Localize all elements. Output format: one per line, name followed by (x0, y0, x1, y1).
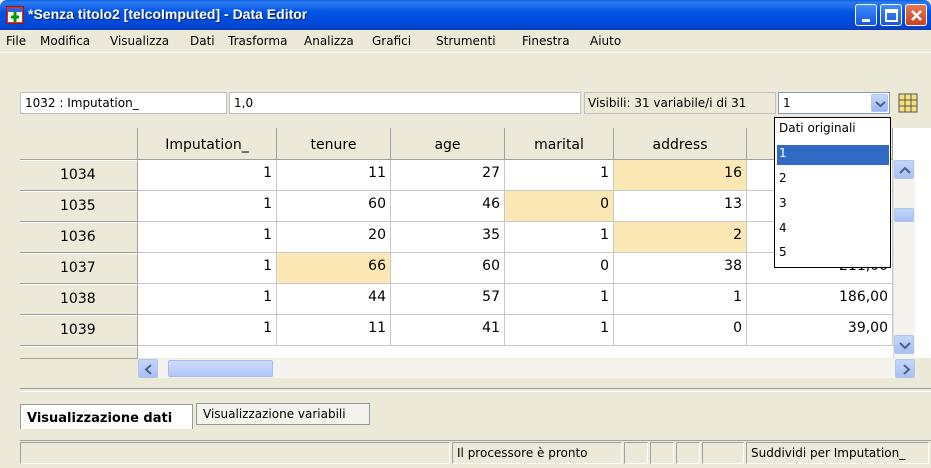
dropdown-option[interactable]: Dati originali (777, 120, 889, 140)
table-cell-imputed[interactable]: 66 (277, 253, 391, 284)
menu-analizza[interactable]: Analizza (304, 34, 354, 48)
table-cell[interactable]: 39,00 (747, 315, 893, 346)
table-cell[interactable]: 1 (138, 315, 277, 346)
table-cell[interactable]: 1 (138, 222, 277, 253)
imputation-select[interactable]: 1 (778, 92, 890, 114)
menu-strumenti[interactable]: Strumenti (436, 34, 496, 48)
table-cell[interactable]: 1 (505, 315, 614, 346)
table-cell-imputed[interactable]: 2 (614, 222, 747, 253)
table-cell[interactable]: 60 (391, 253, 505, 284)
window-title: *Senza titolo2 [telcoImputed] - Data Edi… (28, 6, 308, 22)
table-cell[interactable]: 44 (277, 284, 391, 315)
table-cell-imputed[interactable]: 16 (614, 160, 747, 191)
imputation-select-value: 1 (783, 96, 791, 110)
cell-reference-field[interactable]: 1032 : Imputation_ (20, 92, 227, 114)
table-cell[interactable]: 46 (391, 191, 505, 222)
tab-data-view[interactable]: Visualizzazione dati (20, 404, 193, 429)
column-header[interactable]: tenure (277, 128, 391, 160)
status-processor: Il processore è pronto (452, 442, 622, 464)
column-header[interactable]: address (614, 128, 747, 160)
menu-trasforma[interactable]: Trasforma (228, 34, 287, 48)
column-header[interactable]: age (391, 128, 505, 160)
dropdown-option[interactable]: 3 (777, 195, 889, 215)
scroll-thumb[interactable] (894, 208, 914, 222)
maximize-button[interactable] (880, 4, 902, 26)
status-split: Suddividi per Imputation_ (746, 442, 929, 464)
status-pane (650, 442, 674, 464)
table-cell[interactable]: 13 (614, 191, 747, 222)
cell-value-field[interactable]: 1,0 (229, 92, 581, 114)
column-header[interactable]: Imputation_ (138, 128, 277, 160)
title-bar: *Senza titolo2 [telcoImputed] - Data Edi… (0, 0, 931, 30)
status-pane (676, 442, 700, 464)
row-header[interactable]: 1038 (20, 284, 138, 315)
minimize-button[interactable] (855, 4, 877, 26)
dropdown-option[interactable]: 5 (777, 244, 889, 264)
table-cell[interactable]: 1 (614, 284, 747, 315)
table-cell[interactable]: 27 (391, 160, 505, 191)
vertical-scrollbar[interactable] (893, 160, 915, 368)
scroll-down-icon[interactable] (894, 335, 914, 354)
column-header[interactable]: marital (505, 128, 614, 160)
table-cell[interactable]: 1 (138, 284, 277, 315)
horizontal-scrollbar[interactable] (138, 359, 915, 378)
scroll-left-icon[interactable] (138, 359, 158, 378)
tab-variable-view[interactable]: Visualizzazione variabili (196, 403, 370, 425)
menu-bar: File Modifica Visualizza Dati Trasforma … (0, 30, 931, 52)
table-cell[interactable]: 57 (391, 284, 505, 315)
table-cell[interactable]: 60 (277, 191, 391, 222)
menu-grafici[interactable]: Grafici (372, 34, 411, 48)
scroll-up-icon[interactable] (894, 160, 914, 179)
menu-modifica[interactable]: Modifica (40, 34, 90, 48)
table-cell[interactable]: 41 (391, 315, 505, 346)
chevron-down-icon[interactable] (871, 94, 888, 112)
table-cell[interactable]: 1 (505, 160, 614, 191)
grid-view-icon[interactable] (897, 92, 919, 114)
status-pane (702, 442, 744, 464)
table-cell[interactable]: 1 (138, 253, 277, 284)
row-header[interactable]: 1039 (20, 315, 138, 346)
dropdown-option-selected[interactable]: 1 (777, 145, 889, 165)
row-header[interactable]: 1035 (20, 191, 138, 222)
divider (20, 388, 931, 392)
visible-variables-label: Visibili: 31 variabile/i di 31 (584, 92, 776, 114)
table-cell[interactable]: 20 (277, 222, 391, 253)
dropdown-option[interactable]: 2 (777, 170, 889, 190)
table-cell[interactable]: 1 (505, 222, 614, 253)
row-header[interactable]: 1034 (20, 160, 138, 191)
table-cell[interactable]: 1 (138, 160, 277, 191)
menu-file[interactable]: File (6, 34, 26, 48)
menu-dati[interactable]: Dati (190, 34, 215, 48)
row-header[interactable]: 1036 (20, 222, 138, 253)
row-header[interactable]: 1037 (20, 253, 138, 284)
status-pane (20, 442, 450, 464)
dropdown-option[interactable]: 4 (777, 220, 889, 240)
table-cell[interactable]: 11 (277, 315, 391, 346)
table-cell[interactable]: 0 (505, 253, 614, 284)
table-cell[interactable]: 186,00 (747, 284, 893, 315)
menu-visualizza[interactable]: Visualizza (110, 34, 169, 48)
table-cell[interactable]: 11 (277, 160, 391, 191)
row-header-empty (20, 346, 138, 359)
data-editor-icon (6, 6, 24, 24)
horizontal-scroll-thumb[interactable] (168, 360, 273, 377)
table-cell[interactable]: 35 (391, 222, 505, 253)
menu-aiuto[interactable]: Aiuto (590, 34, 621, 48)
menu-finestra[interactable]: Finestra (522, 34, 570, 48)
table-cell[interactable]: 0 (614, 315, 747, 346)
imputation-dropdown-list: Dati originali 1 2 3 4 5 (774, 117, 891, 268)
corner-header[interactable] (20, 128, 138, 160)
status-pane (624, 442, 648, 464)
scroll-right-icon[interactable] (895, 359, 915, 378)
table-cell[interactable]: 1 (505, 284, 614, 315)
table-cell-imputed[interactable]: 0 (505, 191, 614, 222)
close-button[interactable] (905, 4, 927, 26)
table-cell[interactable]: 1 (138, 191, 277, 222)
table-cell[interactable]: 38 (614, 253, 747, 284)
